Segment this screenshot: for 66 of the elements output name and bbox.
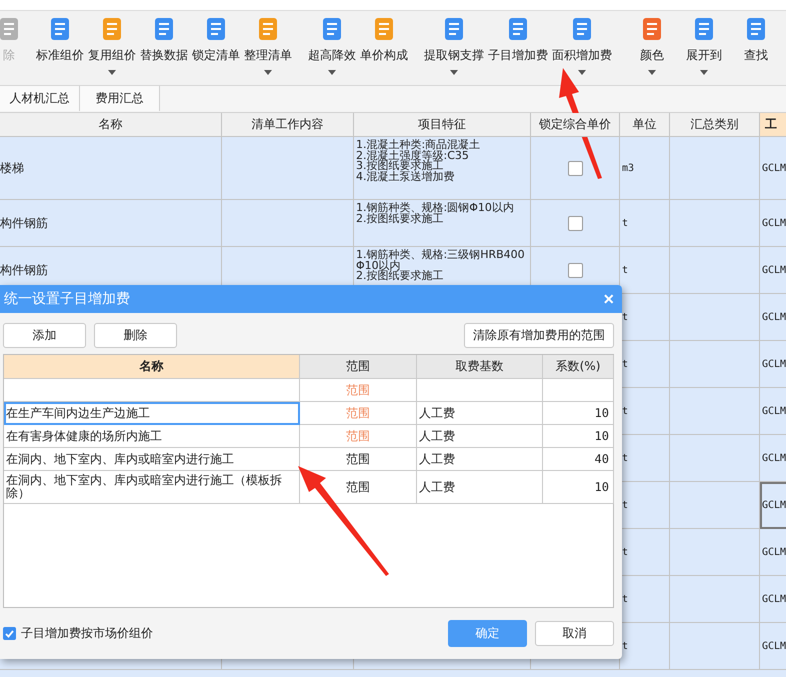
table-cell[interactable]: 10 xyxy=(543,402,614,425)
toolbar-button[interactable]: 颜色 xyxy=(626,11,678,75)
toolbar-button[interactable]: 标准组价 xyxy=(34,11,86,64)
column-header: 工 xyxy=(760,113,786,137)
table-cell[interactable]: 在生产车间内边生产边施工 xyxy=(4,402,300,425)
table-cell: m3 xyxy=(620,137,670,200)
tab[interactable]: 人材机汇总 xyxy=(0,86,80,111)
table-cell[interactable]: GCLM xyxy=(760,576,786,623)
toolbar-button[interactable]: 子目增加费 xyxy=(486,11,550,64)
tab[interactable]: 费用汇总 xyxy=(80,86,160,111)
toolbar-button[interactable]: 查找 xyxy=(730,11,782,64)
table-cell[interactable]: 在有害身体健康的场所内施工 xyxy=(4,425,300,448)
column-header: 锁定综合单价 xyxy=(531,113,620,137)
table-cell[interactable]: GCLM xyxy=(760,435,786,482)
cancel-button[interactable]: 取消 xyxy=(535,621,614,646)
table-cell[interactable]: 在洞内、地下室内、库内或暗室内进行施工 xyxy=(4,448,300,471)
table-cell[interactable]: GCLM xyxy=(760,529,786,576)
feature-line: 2.混凝土强度等级:C35 xyxy=(356,150,469,161)
feature-line: 4.混凝土泵送增加费 xyxy=(356,172,454,182)
table-cell[interactable]: GCLM xyxy=(760,137,786,200)
table-cell: 楼梯 xyxy=(0,137,222,200)
table-cell[interactable]: GCLM xyxy=(760,482,786,529)
table-cell[interactable]: GCLM xyxy=(760,200,786,247)
table-cell[interactable]: 人工费 xyxy=(417,425,543,448)
toolbar-button[interactable]: 展开到 xyxy=(678,11,730,75)
feature-line: 2.按图纸要求施工 xyxy=(356,214,444,224)
table-cell[interactable]: 10 xyxy=(543,425,614,448)
feature-line: 1.钢筋种类、规格:三级钢HRB400Φ10以内 xyxy=(356,250,526,271)
column-header: 项目特征 xyxy=(354,113,531,137)
toolbar-button[interactable]: 整理清单 xyxy=(242,11,294,75)
column-header: 汇总类别 xyxy=(670,113,760,137)
toolbar-button[interactable]: 添加 xyxy=(3,323,86,348)
table-cell[interactable]: GCLM xyxy=(760,341,786,388)
feature-line: 3.按图纸要求施工 xyxy=(356,161,444,172)
checkbox-label: 子目增加费按市场价组价 xyxy=(21,625,153,642)
table-cell[interactable]: GCLM xyxy=(760,623,786,670)
feature-line: 1.钢筋种类、规格:圆钢Φ10以内 xyxy=(356,203,514,214)
table-cell[interactable]: 人工费 xyxy=(417,448,543,471)
feature-line: 1.混凝土种类:商品混凝土 xyxy=(356,140,480,150)
table-cell[interactable]: 40 xyxy=(543,448,614,471)
toolbar-button[interactable]: 超高降效 xyxy=(306,11,358,75)
column-header: 系数(%) xyxy=(543,355,614,379)
column-header: 清单工作内容 xyxy=(222,113,354,137)
toolbar-button[interactable]: 单价构成 xyxy=(358,11,410,64)
table-cell: 构件钢筋 xyxy=(0,200,222,247)
toolbar-button[interactable]: 删除 xyxy=(94,323,177,348)
toolbar-button[interactable]: 提取钢支撑 xyxy=(422,11,486,75)
table-cell[interactable]: 人工费 xyxy=(417,402,543,425)
table-cell: t xyxy=(620,200,670,247)
table-cell[interactable]: 在洞内、地下室内、库内或暗室内进行施工（模板拆除） xyxy=(4,471,300,504)
clear-range-button[interactable]: 清除原有增加费用的范围 xyxy=(464,323,614,348)
column-header: 名称 xyxy=(0,113,222,137)
table-cell[interactable]: 人工费 xyxy=(417,471,543,504)
toolbar-button[interactable]: 复用组价 xyxy=(86,11,138,75)
feature-line: 2.按图纸要求施工 xyxy=(356,271,444,282)
toolbar-button[interactable]: 锁定清单 xyxy=(190,11,242,64)
table-cell[interactable]: GCLM xyxy=(760,294,786,341)
column-header: 名称 xyxy=(4,355,300,379)
column-header: 单位 xyxy=(620,113,670,137)
toolbar-button[interactable]: 面积增加费 xyxy=(550,11,614,75)
column-header: 范围 xyxy=(300,355,417,379)
table-cell[interactable]: 10 xyxy=(543,471,614,504)
table-cell[interactable]: GCLM xyxy=(760,247,786,294)
table-cell[interactable]: GCLM xyxy=(760,388,786,435)
toolbar-button[interactable]: 替换数据 xyxy=(138,11,190,64)
column-header: 取费基数 xyxy=(417,355,543,379)
